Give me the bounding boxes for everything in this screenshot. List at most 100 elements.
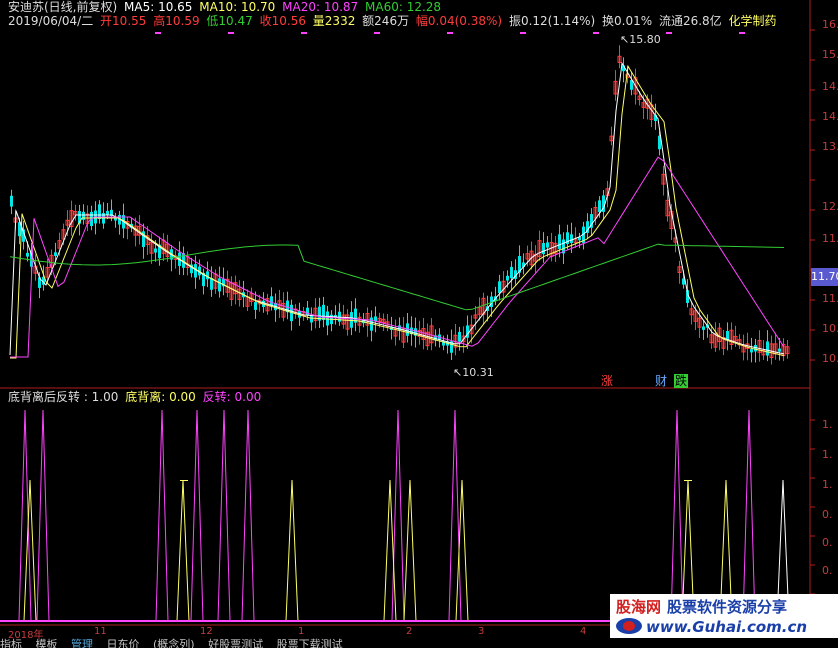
tab-concept[interactable]: (概念列) [153, 638, 195, 648]
candle-down [726, 331, 729, 340]
event-marker [155, 32, 161, 34]
quote-turnover: 换0.01% [602, 14, 653, 28]
candle-down [10, 195, 13, 207]
candle-down [270, 296, 273, 306]
indicator-name: 底背离后反转 : 1.00 [8, 390, 119, 404]
high-annotation: ↖15.80 [620, 33, 661, 46]
tag-zhang[interactable]: 涨 [600, 374, 614, 388]
ma20-value: MA20: 10.87 [282, 0, 359, 14]
quote-amount: 额246万 [362, 14, 410, 28]
high-value: 15.80 [629, 33, 661, 46]
candle-down [154, 248, 157, 253]
candle-down [558, 234, 561, 250]
bottom-tab-bar: 指标 模板 管理 日东价 (概念列) 好股票测试 股票下载测试 [0, 638, 838, 648]
candle-down [326, 311, 329, 326]
indicator-spike [241, 409, 255, 622]
ind-tick-2: 1. [822, 478, 833, 491]
tag-die[interactable]: 跌 [674, 374, 689, 388]
quote-volume: 量2332 [312, 14, 356, 28]
candle-down [82, 211, 85, 220]
indicator-spike [670, 409, 684, 622]
candle-down [702, 326, 705, 330]
tab-template[interactable]: 模板 [36, 638, 58, 648]
x-label-6: 4 [580, 626, 587, 637]
x-label-1: 11 [94, 626, 107, 637]
quote-close: 收10.56 [259, 14, 306, 28]
quote-change: 幅0.04(0.38%) [415, 14, 503, 28]
indicator-spike [217, 409, 231, 622]
price-tick-3: 14. [822, 110, 838, 123]
x-label-3: 1 [298, 626, 305, 637]
low-value: 10.31 [462, 366, 494, 379]
tab-price[interactable]: 日东价 [107, 638, 140, 648]
tab-download[interactable]: 股票下载测试 [277, 638, 343, 648]
tag-cai[interactable]: 财 [654, 374, 668, 388]
ind-tick-5: 0. [822, 564, 833, 577]
event-marker [593, 32, 599, 34]
candle-down [546, 242, 549, 248]
ma60-value: MA60: 12.28 [365, 0, 442, 14]
candle-down [306, 307, 309, 316]
ind-tick-4: 0. [822, 536, 833, 549]
stock-chart[interactable] [0, 0, 838, 648]
indicator-plateau [684, 480, 692, 481]
ma5-value: MA5: 10.65 [124, 0, 193, 14]
ma60-line [9, 243, 785, 311]
reversal-value: 反转: 0.00 [202, 390, 262, 404]
event-marker [666, 32, 672, 34]
quote-open: 开10.55 [100, 14, 147, 28]
indicator-spike [36, 409, 50, 622]
quote-line: 2019/06/04/二 开10.55 高10.59 低10.47 收10.56… [8, 14, 780, 28]
x-label-2: 12 [200, 626, 213, 637]
candle-down [106, 210, 109, 215]
current-price-marker: 11.70 [811, 268, 838, 286]
candle-down [26, 252, 29, 257]
event-marker [447, 32, 453, 34]
indicator-spike [403, 479, 417, 622]
x-label-5: 3 [478, 626, 485, 637]
indicator-spike [176, 479, 190, 622]
price-tick-6: 11. [822, 232, 838, 245]
tab-manage[interactable]: 管理 [71, 638, 93, 648]
price-tick-1: 15. [822, 48, 838, 61]
stock-title: 安迪苏(日线,前复权) [8, 0, 118, 14]
ind-tick-1: 1. [822, 448, 833, 461]
quote-sector: 化学制药 [728, 14, 777, 28]
event-marker [520, 32, 526, 34]
quote-amplitude: 振0.12(1.14%) [508, 14, 596, 28]
watermark-logo: 股海网 股票软件资源分享 www.Guhai.com.cn [610, 594, 838, 638]
logo-mark-icon [616, 618, 642, 634]
indicator-plateau [180, 480, 188, 481]
low-annotation: ↖10.31 [453, 366, 494, 379]
event-marker [374, 32, 380, 34]
quote-float: 流通26.8亿 [658, 14, 722, 28]
candle-down [750, 349, 753, 353]
divergence-value: 底背离: 0.00 [125, 390, 196, 404]
candle-down [510, 266, 513, 279]
price-tick-9: 10. [822, 352, 838, 365]
price-tick-4: 13. [822, 140, 838, 153]
candle-down [766, 341, 769, 356]
candle-down [542, 243, 545, 255]
tab-good-stock[interactable]: 好股票测试 [208, 638, 263, 648]
tab-indicator[interactable]: 指标 [0, 638, 22, 648]
event-marker [739, 32, 745, 34]
candle-down [506, 275, 509, 281]
quote-date: 2019/06/04/二 [8, 14, 94, 28]
chart-header: 安迪苏(日线,前复权) MA5: 10.65 MA10: 10.70 MA20:… [8, 0, 444, 14]
ind-tick-3: 0. [822, 508, 833, 521]
candle-down [778, 348, 781, 352]
event-marker [228, 32, 234, 34]
candle-down [218, 278, 221, 292]
candle-down [310, 315, 313, 323]
price-tick-0: 16. [822, 18, 838, 31]
candle-down [54, 252, 57, 256]
ind-tick-0: 1. [822, 418, 833, 431]
candle-down [570, 234, 573, 244]
candle-down [458, 331, 461, 342]
price-tick-2: 14. [822, 80, 838, 93]
candle-down [498, 281, 501, 294]
price-tick-7: 11. [822, 292, 838, 305]
quote-low: 低10.47 [206, 14, 253, 28]
indicator-spike [190, 409, 204, 622]
